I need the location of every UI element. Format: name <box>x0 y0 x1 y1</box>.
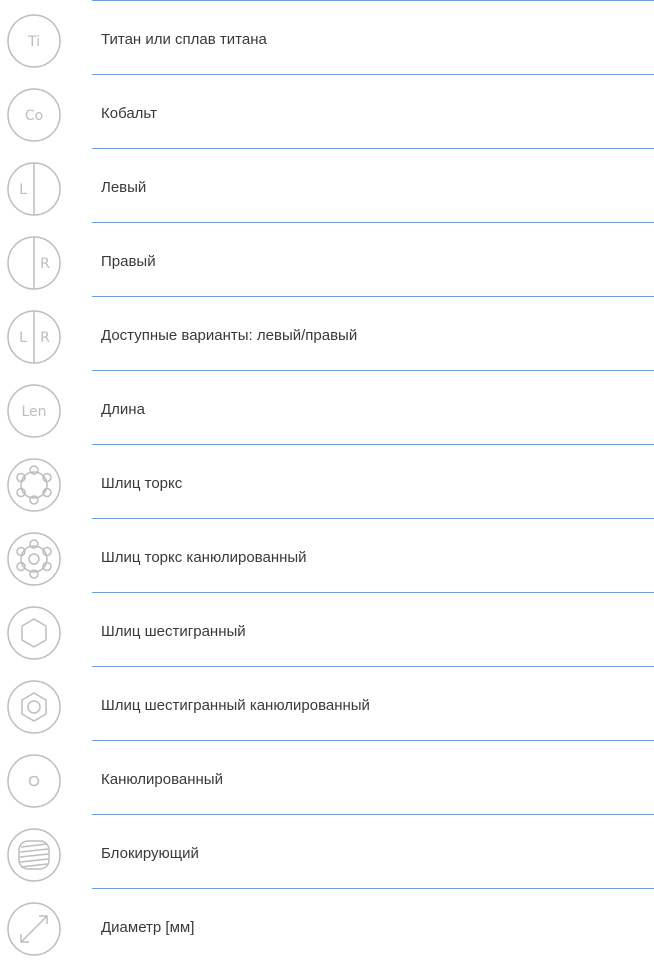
divider-line <box>92 666 654 667</box>
divider-line <box>92 740 654 741</box>
divider-line <box>92 592 654 593</box>
legend-row-right: R Правый <box>0 222 654 296</box>
svg-text:L: L <box>19 330 27 346</box>
cannulated-icon <box>6 753 62 809</box>
svg-text:Co: Co <box>25 108 43 124</box>
legend-label: Левый <box>101 179 147 196</box>
legend-label: Блокирующий <box>101 845 199 862</box>
legend-row-length: Len Длина <box>0 370 654 444</box>
divider-line <box>92 296 654 297</box>
divider-line <box>92 888 654 889</box>
divider-line <box>92 148 654 149</box>
legend-row-cannulated: Канюлированный <box>0 740 654 814</box>
legend-row-locking: Блокирующий <box>0 814 654 888</box>
hex-drive-icon <box>6 605 62 661</box>
legend-row-left-right: L R Доступные варианты: левый/правый <box>0 296 654 370</box>
legend-row-hex: Шлиц шестигранный <box>0 592 654 666</box>
length-icon: Len <box>6 383 62 439</box>
svg-text:Ti: Ti <box>27 34 40 50</box>
legend-label: Кобальт <box>101 105 157 122</box>
torx-cannulated-icon <box>6 531 62 587</box>
legend-label: Диаметр [мм] <box>101 919 195 936</box>
divider-line <box>92 0 654 1</box>
legend-label: Шлиц торкс канюлированный <box>101 549 307 566</box>
titanium-icon: Ti <box>6 13 62 69</box>
legend-label: Шлиц торкс <box>101 475 183 492</box>
legend-label: Правый <box>101 253 156 270</box>
svg-text:R: R <box>40 330 50 346</box>
divider-line <box>92 814 654 815</box>
diameter-icon <box>6 901 62 957</box>
divider-line <box>92 518 654 519</box>
svg-text:L: L <box>19 182 27 198</box>
cobalt-icon: Co <box>6 87 62 143</box>
legend-label: Шлиц шестигранный канюлированный <box>101 697 370 714</box>
hex-cannulated-icon <box>6 679 62 735</box>
divider-line <box>92 222 654 223</box>
left-right-icon: L R <box>6 309 62 365</box>
legend-label: Канюлированный <box>101 771 223 788</box>
legend-row-torx-cannulated: Шлиц торкс канюлированный <box>0 518 654 592</box>
legend-label: Доступные варианты: левый/правый <box>101 327 358 344</box>
legend-label: Шлиц шестигранный <box>101 623 246 640</box>
legend-row-titanium: Ti Титан или сплав титана <box>0 0 654 74</box>
legend-row-torx: Шлиц торкс <box>0 444 654 518</box>
legend-row-cobalt: Co Кобальт <box>0 74 654 148</box>
svg-text:R: R <box>40 256 50 272</box>
legend-row-diameter: Диаметр [мм] <box>0 888 654 962</box>
right-icon: R <box>6 235 62 291</box>
legend-row-left: L Левый <box>0 148 654 222</box>
left-icon: L <box>6 161 62 217</box>
torx-drive-icon <box>6 457 62 513</box>
legend-row-hex-cannulated: Шлиц шестигранный канюлированный <box>0 666 654 740</box>
locking-icon <box>6 827 62 883</box>
legend-label: Длина <box>101 401 145 418</box>
svg-text:Len: Len <box>21 404 46 420</box>
legend-label: Титан или сплав титана <box>101 31 267 48</box>
symbol-legend: Ti Титан или сплав титана Co Кобальт L Л… <box>0 0 654 959</box>
divider-line <box>92 74 654 75</box>
divider-line <box>92 370 654 371</box>
divider-line <box>92 444 654 445</box>
